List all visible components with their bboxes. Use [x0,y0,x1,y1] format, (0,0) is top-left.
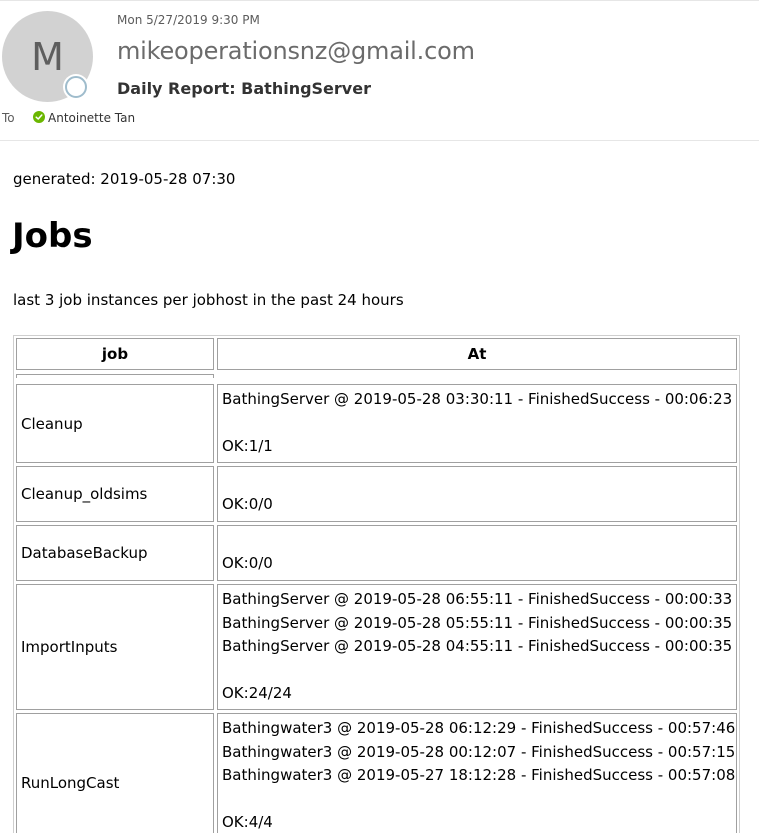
job-name-cell: RunLongCast [16,713,214,833]
jobs-heading: Jobs [12,216,93,256]
jobs-table: job At Cleanup BathingServer @ 2019-05-2… [13,335,740,833]
job-ok-summary: OK:0/0 [222,495,273,513]
table-spacer-row [16,374,214,378]
recipient-name[interactable]: Antoinette Tan [48,111,135,125]
job-name-cell: Cleanup_oldsims [16,466,214,522]
job-instance-line: Bathingwater3 @ 2019-05-28 00:12:07 - Fi… [222,742,736,761]
email-body: generated: 2019-05-28 07:30 Jobs last 3 … [0,141,759,833]
job-instances-cell: BathingServer @ 2019-05-28 03:30:11 - Fi… [217,384,737,463]
to-label: To [2,111,15,125]
job-instance-line: BathingServer @ 2019-05-28 03:30:11 - Fi… [222,390,733,408]
sent-date: Mon 5/27/2019 9:30 PM [117,13,260,27]
verified-check-icon [33,111,45,123]
job-instances-cell: OK:0/0 [217,466,737,522]
generated-timestamp: generated: 2019-05-28 07:30 [13,170,236,188]
job-ok-summary: OK:4/4 [222,813,273,831]
job-ok-summary: OK:24/24 [222,684,292,702]
sender-address[interactable]: mikeoperationsnz@gmail.com [117,37,475,65]
column-header-at: At [217,338,737,370]
job-name-cell: Cleanup [16,384,214,463]
email-header: M Mon 5/27/2019 9:30 PM mikeoperationsnz… [0,0,759,141]
job-instances-cell: BathingServer @ 2019-05-28 06:55:11 - Fi… [217,584,737,710]
job-ok-summary: OK:1/1 [222,437,273,455]
job-instance-line: BathingServer @ 2019-05-28 04:55:11 - Fi… [222,637,733,655]
job-instances-cell: OK:0/0 [217,525,737,581]
avatar-initial: M [31,34,64,79]
job-instances-cell: Bathingwater3 @ 2019-05-28 06:12:29 - Fi… [217,713,737,833]
job-ok-summary: OK:0/0 [222,554,273,572]
job-instance-line: Bathingwater3 @ 2019-05-28 06:12:29 - Fi… [222,719,736,737]
job-name-cell: ImportInputs [16,584,214,710]
column-header-job: job [16,338,214,370]
job-name-cell: DatabaseBackup [16,525,214,581]
report-description: last 3 job instances per jobhost in the … [13,291,404,309]
job-instance-line: BathingServer @ 2019-05-28 05:55:11 - Fi… [222,613,733,632]
email-subject: Daily Report: BathingServer [117,79,371,98]
job-instance-line: BathingServer @ 2019-05-28 06:55:11 - Fi… [222,590,733,608]
presence-status-icon [65,76,87,98]
job-instance-line: Bathingwater3 @ 2019-05-27 18:12:28 - Fi… [222,766,736,784]
